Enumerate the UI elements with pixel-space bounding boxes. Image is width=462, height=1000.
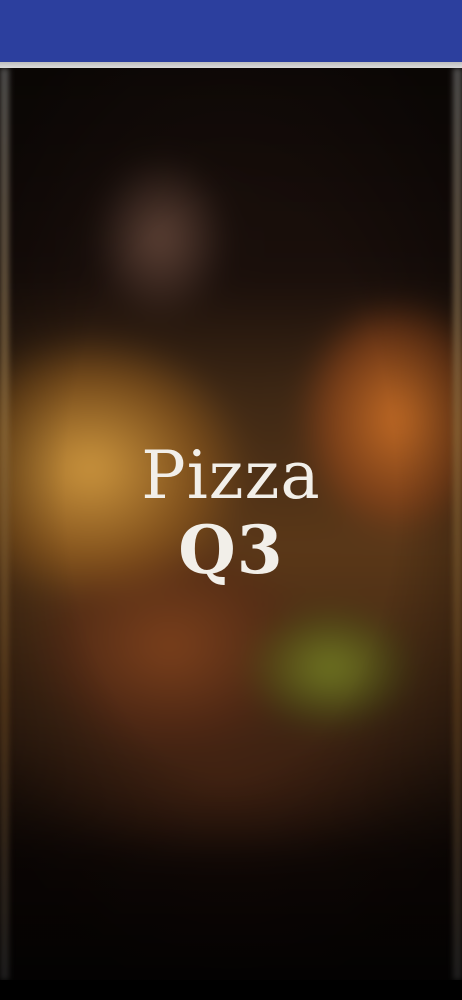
splash-card[interactable]: Pizza Q3	[0, 68, 462, 980]
app-screen: Pizza Q3	[0, 0, 462, 1000]
app-bar	[0, 0, 462, 62]
splash-title-block: Pizza Q3	[0, 437, 462, 589]
splash-title: Pizza	[141, 437, 321, 514]
system-navigation-bar	[0, 980, 462, 1000]
splash-subtitle: Q3	[178, 511, 284, 589]
